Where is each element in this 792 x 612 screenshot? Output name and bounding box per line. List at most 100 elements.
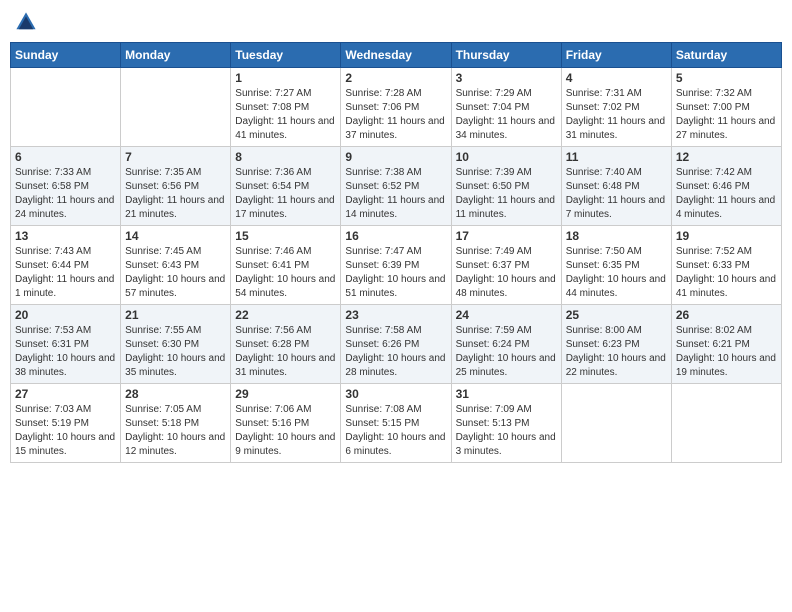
weekday-header: Saturday — [671, 43, 781, 68]
day-number: 19 — [676, 229, 777, 243]
day-number: 30 — [345, 387, 446, 401]
calendar-cell: 28Sunrise: 7:05 AM Sunset: 5:18 PM Dayli… — [121, 384, 231, 463]
calendar-cell: 21 Sunrise: 7:55 AM Sunset: 6:30 PM Dayli… — [121, 305, 231, 384]
day-number: 6 — [15, 150, 116, 164]
calendar-cell: 3 Sunrise: 7:29 AM Sunset: 7:04 PM Daylig… — [451, 68, 561, 147]
page-header — [10, 10, 782, 34]
day-number: 21 — [125, 308, 226, 322]
calendar-week-row: 20Sunrise: 7:53 AM Sunset: 6:31 PM Dayli… — [11, 305, 782, 384]
day-number: 14 — [125, 229, 226, 243]
day-info: Sunrise: 7:28 AM Sunset: 7:06 PM Dayligh… — [345, 87, 446, 143]
weekday-header: Tuesday — [231, 43, 341, 68]
day-info: Sunrise: 7:38 AM Sunset: 6:52 PM Dayligh… — [345, 166, 446, 222]
calendar-cell — [671, 384, 781, 463]
day-info: Sunrise: 7:50 AM Sunset: 6:35 PM Dayligh… — [566, 245, 667, 301]
day-info: Sunrise: 7:59 AM Sunset: 6:24 PM Dayligh… — [456, 324, 557, 380]
day-number: 13 — [15, 229, 116, 243]
day-number: 2 — [345, 71, 446, 85]
day-info: Sunrise: 7:42 AM Sunset: 6:46 PM Dayligh… — [676, 166, 777, 222]
calendar-cell: 22 Sunrise: 7:56 AM Sunset: 6:28 PM Dayli… — [231, 305, 341, 384]
calendar-cell: 14Sunrise: 7:45 AM Sunset: 6:43 PM Dayli… — [121, 226, 231, 305]
calendar-cell: 25 Sunrise: 8:00 AM Sunset: 6:23 PM Dayli… — [561, 305, 671, 384]
calendar-cell: 26 Sunrise: 8:02 AM Sunset: 6:21 PM Dayli… — [671, 305, 781, 384]
day-number: 4 — [566, 71, 667, 85]
weekday-header: Thursday — [451, 43, 561, 68]
day-info: Sunrise: 7:43 AM Sunset: 6:44 PM Dayligh… — [15, 245, 116, 301]
day-number: 7 — [125, 150, 226, 164]
calendar-table: SundayMondayTuesdayWednesdayThursdayFrid… — [10, 42, 782, 463]
calendar-cell: 12 Sunrise: 7:42 AM Sunset: 6:46 PM Dayli… — [671, 147, 781, 226]
calendar-cell: 13 Sunrise: 7:43 AM Sunset: 6:44 PM Dayli… — [11, 226, 121, 305]
day-info: Sunrise: 7:46 AM Sunset: 6:41 PM Dayligh… — [235, 245, 336, 301]
weekday-header: Sunday — [11, 43, 121, 68]
calendar-week-row: 1 Sunrise: 7:27 AM Sunset: 7:08 PM Daylig… — [11, 68, 782, 147]
calendar-cell — [11, 68, 121, 147]
calendar-cell: 2 Sunrise: 7:28 AM Sunset: 7:06 PM Daylig… — [341, 68, 451, 147]
day-number: 16 — [345, 229, 446, 243]
calendar-week-row: 27Sunrise: 7:03 AM Sunset: 5:19 PM Dayli… — [11, 384, 782, 463]
calendar-cell: 27Sunrise: 7:03 AM Sunset: 5:19 PM Dayli… — [11, 384, 121, 463]
logo — [14, 10, 42, 34]
day-info: Sunrise: 7:03 AM Sunset: 5:19 PM Dayligh… — [15, 403, 116, 459]
day-number: 25 — [566, 308, 667, 322]
day-number: 10 — [456, 150, 557, 164]
day-number: 26 — [676, 308, 777, 322]
calendar-cell: 24 Sunrise: 7:59 AM Sunset: 6:24 PM Dayli… — [451, 305, 561, 384]
calendar-cell: 10 Sunrise: 7:39 AM Sunset: 6:50 PM Dayli… — [451, 147, 561, 226]
day-info: Sunrise: 7:29 AM Sunset: 7:04 PM Dayligh… — [456, 87, 557, 143]
weekday-header: Monday — [121, 43, 231, 68]
day-info: Sunrise: 7:58 AM Sunset: 6:26 PM Dayligh… — [345, 324, 446, 380]
day-number: 1 — [235, 71, 336, 85]
day-info: Sunrise: 7:33 AM Sunset: 6:58 PM Dayligh… — [15, 166, 116, 222]
day-info: Sunrise: 7:47 AM Sunset: 6:39 PM Dayligh… — [345, 245, 446, 301]
calendar-cell: 20Sunrise: 7:53 AM Sunset: 6:31 PM Dayli… — [11, 305, 121, 384]
weekday-header-row: SundayMondayTuesdayWednesdayThursdayFrid… — [11, 43, 782, 68]
calendar-cell: 30Sunrise: 7:08 AM Sunset: 5:15 PM Dayli… — [341, 384, 451, 463]
calendar-cell: 18Sunrise: 7:50 AM Sunset: 6:35 PM Dayli… — [561, 226, 671, 305]
day-info: Sunrise: 7:36 AM Sunset: 6:54 PM Dayligh… — [235, 166, 336, 222]
day-info: Sunrise: 7:56 AM Sunset: 6:28 PM Dayligh… — [235, 324, 336, 380]
day-number: 23 — [345, 308, 446, 322]
day-number: 11 — [566, 150, 667, 164]
day-number: 12 — [676, 150, 777, 164]
calendar-cell: 16 Sunrise: 7:47 AM Sunset: 6:39 PM Dayli… — [341, 226, 451, 305]
day-info: Sunrise: 7:05 AM Sunset: 5:18 PM Dayligh… — [125, 403, 226, 459]
calendar-cell: 29 Sunrise: 7:06 AM Sunset: 5:16 PM Dayli… — [231, 384, 341, 463]
calendar-cell: 5 Sunrise: 7:32 AM Sunset: 7:00 PM Daylig… — [671, 68, 781, 147]
day-info: Sunrise: 7:32 AM Sunset: 7:00 PM Dayligh… — [676, 87, 777, 143]
day-number: 5 — [676, 71, 777, 85]
day-info: Sunrise: 7:39 AM Sunset: 6:50 PM Dayligh… — [456, 166, 557, 222]
calendar-cell: 15 Sunrise: 7:46 AM Sunset: 6:41 PM Dayli… — [231, 226, 341, 305]
day-number: 8 — [235, 150, 336, 164]
day-info: Sunrise: 8:00 AM Sunset: 6:23 PM Dayligh… — [566, 324, 667, 380]
day-info: Sunrise: 7:52 AM Sunset: 6:33 PM Dayligh… — [676, 245, 777, 301]
day-number: 31 — [456, 387, 557, 401]
day-info: Sunrise: 7:06 AM Sunset: 5:16 PM Dayligh… — [235, 403, 336, 459]
day-info: Sunrise: 8:02 AM Sunset: 6:21 PM Dayligh… — [676, 324, 777, 380]
day-info: Sunrise: 7:31 AM Sunset: 7:02 PM Dayligh… — [566, 87, 667, 143]
logo-icon — [14, 10, 38, 34]
day-info: Sunrise: 7:53 AM Sunset: 6:31 PM Dayligh… — [15, 324, 116, 380]
day-number: 3 — [456, 71, 557, 85]
day-number: 29 — [235, 387, 336, 401]
day-number: 9 — [345, 150, 446, 164]
calendar-cell: 1 Sunrise: 7:27 AM Sunset: 7:08 PM Daylig… — [231, 68, 341, 147]
calendar-cell: 6 Sunrise: 7:33 AM Sunset: 6:58 PM Daylig… — [11, 147, 121, 226]
calendar-cell: 8 Sunrise: 7:36 AM Sunset: 6:54 PM Daylig… — [231, 147, 341, 226]
day-info: Sunrise: 7:35 AM Sunset: 6:56 PM Dayligh… — [125, 166, 226, 222]
calendar-cell: 23 Sunrise: 7:58 AM Sunset: 6:26 PM Dayli… — [341, 305, 451, 384]
calendar-cell: 11Sunrise: 7:40 AM Sunset: 6:48 PM Dayli… — [561, 147, 671, 226]
day-info: Sunrise: 7:55 AM Sunset: 6:30 PM Dayligh… — [125, 324, 226, 380]
calendar-cell: 4 Sunrise: 7:31 AM Sunset: 7:02 PM Daylig… — [561, 68, 671, 147]
day-number: 15 — [235, 229, 336, 243]
calendar-week-row: 13 Sunrise: 7:43 AM Sunset: 6:44 PM Dayli… — [11, 226, 782, 305]
calendar-cell — [561, 384, 671, 463]
day-number: 22 — [235, 308, 336, 322]
weekday-header: Wednesday — [341, 43, 451, 68]
day-info: Sunrise: 7:27 AM Sunset: 7:08 PM Dayligh… — [235, 87, 336, 143]
calendar-cell: 9 Sunrise: 7:38 AM Sunset: 6:52 PM Daylig… — [341, 147, 451, 226]
day-number: 24 — [456, 308, 557, 322]
calendar-cell: 7 Sunrise: 7:35 AM Sunset: 6:56 PM Daylig… — [121, 147, 231, 226]
calendar-cell: 19 Sunrise: 7:52 AM Sunset: 6:33 PM Dayli… — [671, 226, 781, 305]
calendar-week-row: 6 Sunrise: 7:33 AM Sunset: 6:58 PM Daylig… — [11, 147, 782, 226]
